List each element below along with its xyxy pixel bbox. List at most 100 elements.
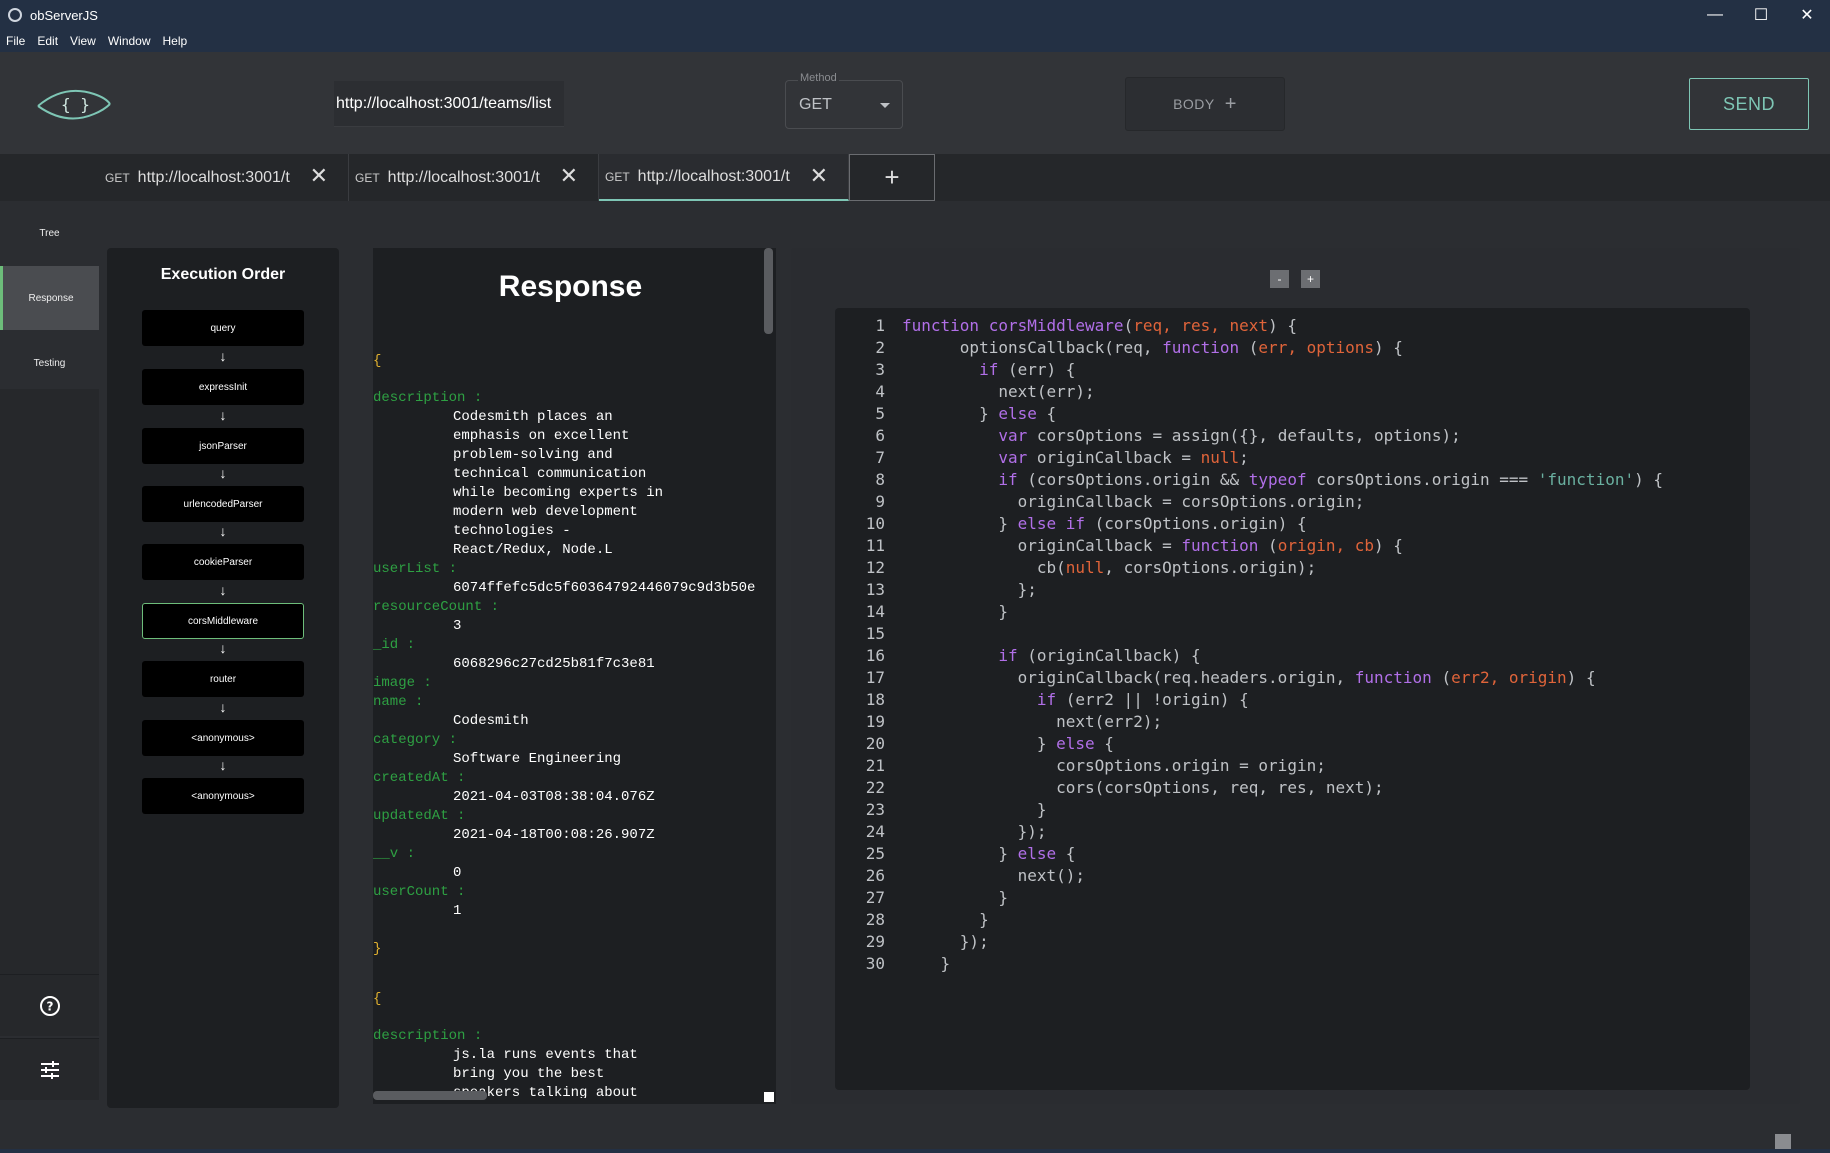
code-line: 19 next(err2);	[835, 711, 1162, 733]
response-horizontal-scrollbar[interactable]	[373, 1091, 487, 1100]
arrow-down-icon: ↓	[219, 523, 227, 539]
code-text: }	[902, 602, 1008, 621]
middleware-node[interactable]: expressInit	[142, 369, 304, 405]
field-value: bring you the best	[453, 1066, 605, 1082]
close-icon[interactable]: ✕	[560, 165, 578, 187]
code-line: 28 }	[835, 909, 989, 931]
code-viewer[interactable]: 1 function corsMiddleware(req, res, next)…	[835, 308, 1791, 1149]
line-number: 6	[875, 426, 885, 445]
field-value: 6068296c27cd25b81f7c3e81	[453, 656, 655, 672]
code-line: 18 if (err2 || !origin) {	[835, 689, 1249, 711]
arrow-down-icon: ↓	[219, 640, 227, 656]
middleware-node[interactable]: query	[142, 310, 304, 346]
field-value: 2021-04-18T00:08:26.907Z	[453, 827, 655, 843]
window-titlebar: obServerJS — ☐ ✕	[0, 0, 1830, 30]
maximize-button[interactable]: ☐	[1738, 0, 1784, 30]
sidebar-item-testing[interactable]: Testing	[0, 331, 99, 395]
tab-method: GET	[105, 170, 130, 185]
field-key: _id :	[373, 637, 416, 653]
zoom-in-button[interactable]: +	[1301, 270, 1320, 288]
code-text: }	[902, 954, 951, 973]
zoom-out-button[interactable]: -	[1270, 270, 1289, 288]
response-panel[interactable]: Response { description : Codesmith place…	[373, 248, 776, 1104]
field-value: modern web development	[453, 504, 638, 520]
field-value: problem-solving and	[453, 447, 613, 463]
close-brace: }	[373, 941, 382, 957]
code-line: 20 } else {	[835, 733, 1114, 755]
code-line: 23 }	[835, 799, 1047, 821]
field-key: description :	[373, 390, 483, 406]
code-text: next();	[902, 866, 1086, 885]
sidebar-item-tree[interactable]: Tree	[0, 201, 99, 265]
code-line: 24 });	[835, 821, 1047, 843]
response-vertical-scrollbar[interactable]	[764, 248, 773, 334]
code-text: }	[902, 888, 1008, 907]
line-number: 13	[865, 580, 885, 599]
resize-handle[interactable]	[1775, 1134, 1791, 1149]
line-number: 25	[865, 844, 885, 863]
line-number: 24	[865, 822, 885, 841]
code-text: } else {	[902, 734, 1114, 753]
code-line: 9 originCallback = corsOptions.origin;	[835, 491, 1364, 513]
close-icon[interactable]: ✕	[310, 165, 328, 187]
code-line: 3 if (err) {	[835, 359, 1075, 381]
request-tab[interactable]: GET http://localhost:3001/teams/list ✕	[99, 154, 349, 201]
middleware-node[interactable]: jsonParser	[142, 428, 304, 464]
url-input[interactable]	[334, 81, 564, 127]
line-number: 15	[865, 624, 885, 643]
code-text: var originCallback = null;	[998, 448, 1249, 467]
line-number: 26	[865, 866, 885, 885]
request-tab[interactable]: GET http://localhost:3001/teams/list ✕	[349, 154, 599, 201]
line-number: 16	[865, 646, 885, 665]
sliders-icon	[40, 1060, 59, 1079]
sidebar-filler	[0, 389, 99, 974]
code-line: 12 cb(null, corsOptions.origin);	[835, 557, 1316, 579]
line-number: 2	[875, 338, 885, 357]
code-text: originCallback = corsOptions.origin;	[902, 492, 1365, 511]
arrow-down-icon: ↓	[219, 407, 227, 423]
body-button[interactable]: BODY +	[1125, 77, 1285, 131]
menu-file[interactable]: File	[0, 34, 31, 48]
code-text: originCallback = function (origin, cb) {	[902, 536, 1403, 555]
code-text: });	[902, 822, 1047, 841]
line-number: 28	[865, 910, 885, 929]
middleware-node[interactable]: <anonymous>	[142, 720, 304, 756]
arrow-down-icon: ↓	[219, 757, 227, 773]
menu-edit[interactable]: Edit	[31, 34, 64, 48]
close-icon[interactable]: ✕	[810, 165, 828, 187]
tab-url: http://localhost:3001/teams/list	[137, 168, 290, 186]
arrow-down-icon: ↓	[219, 699, 227, 715]
line-number: 18	[865, 690, 885, 709]
settings-button[interactable]	[0, 1038, 99, 1100]
open-brace: {	[373, 991, 382, 1007]
execution-order-panel: Execution Order query ↓ expressInit ↓ js…	[107, 248, 339, 1108]
minimize-button[interactable]: —	[1692, 0, 1738, 30]
execution-order-title: Execution Order	[160, 266, 286, 283]
menu-window[interactable]: Window	[102, 34, 157, 48]
field-value: 1	[453, 903, 462, 919]
code-line: 21 corsOptions.origin = origin;	[835, 755, 1326, 777]
sidebar-item-response[interactable]: Response	[0, 266, 99, 330]
sidebar: Tree Response Testing ?	[0, 201, 99, 1151]
middleware-node-selected[interactable]: corsMiddleware	[142, 603, 304, 639]
line-number: 5	[875, 404, 885, 423]
code-text: corsOptions.origin = origin;	[902, 756, 1326, 775]
svg-text:{ }: { }	[61, 95, 90, 114]
middleware-node[interactable]: router	[142, 661, 304, 697]
add-tab-button[interactable]: +	[849, 154, 935, 201]
code-line: 8 if (corsOptions.origin && typeof corsO…	[835, 469, 1663, 491]
middleware-node[interactable]: urlencodedParser	[142, 486, 304, 522]
request-tab-active[interactable]: GET http://localhost:3001/teams/list ✕	[599, 154, 849, 201]
method-select[interactable]: Method GET	[785, 72, 903, 129]
menu-view[interactable]: View	[64, 34, 102, 48]
close-window-button[interactable]: ✕	[1784, 0, 1830, 30]
line-number: 8	[875, 470, 885, 489]
menu-help[interactable]: Help	[157, 34, 194, 48]
middleware-node[interactable]: <anonymous>	[142, 778, 304, 814]
tab-method: GET	[605, 169, 630, 184]
send-button[interactable]: SEND	[1689, 78, 1809, 130]
help-button[interactable]: ?	[0, 974, 99, 1036]
line-number: 23	[865, 800, 885, 819]
code-line: 1 function corsMiddleware(req, res, next)…	[835, 315, 1297, 337]
middleware-node[interactable]: cookieParser	[142, 544, 304, 580]
